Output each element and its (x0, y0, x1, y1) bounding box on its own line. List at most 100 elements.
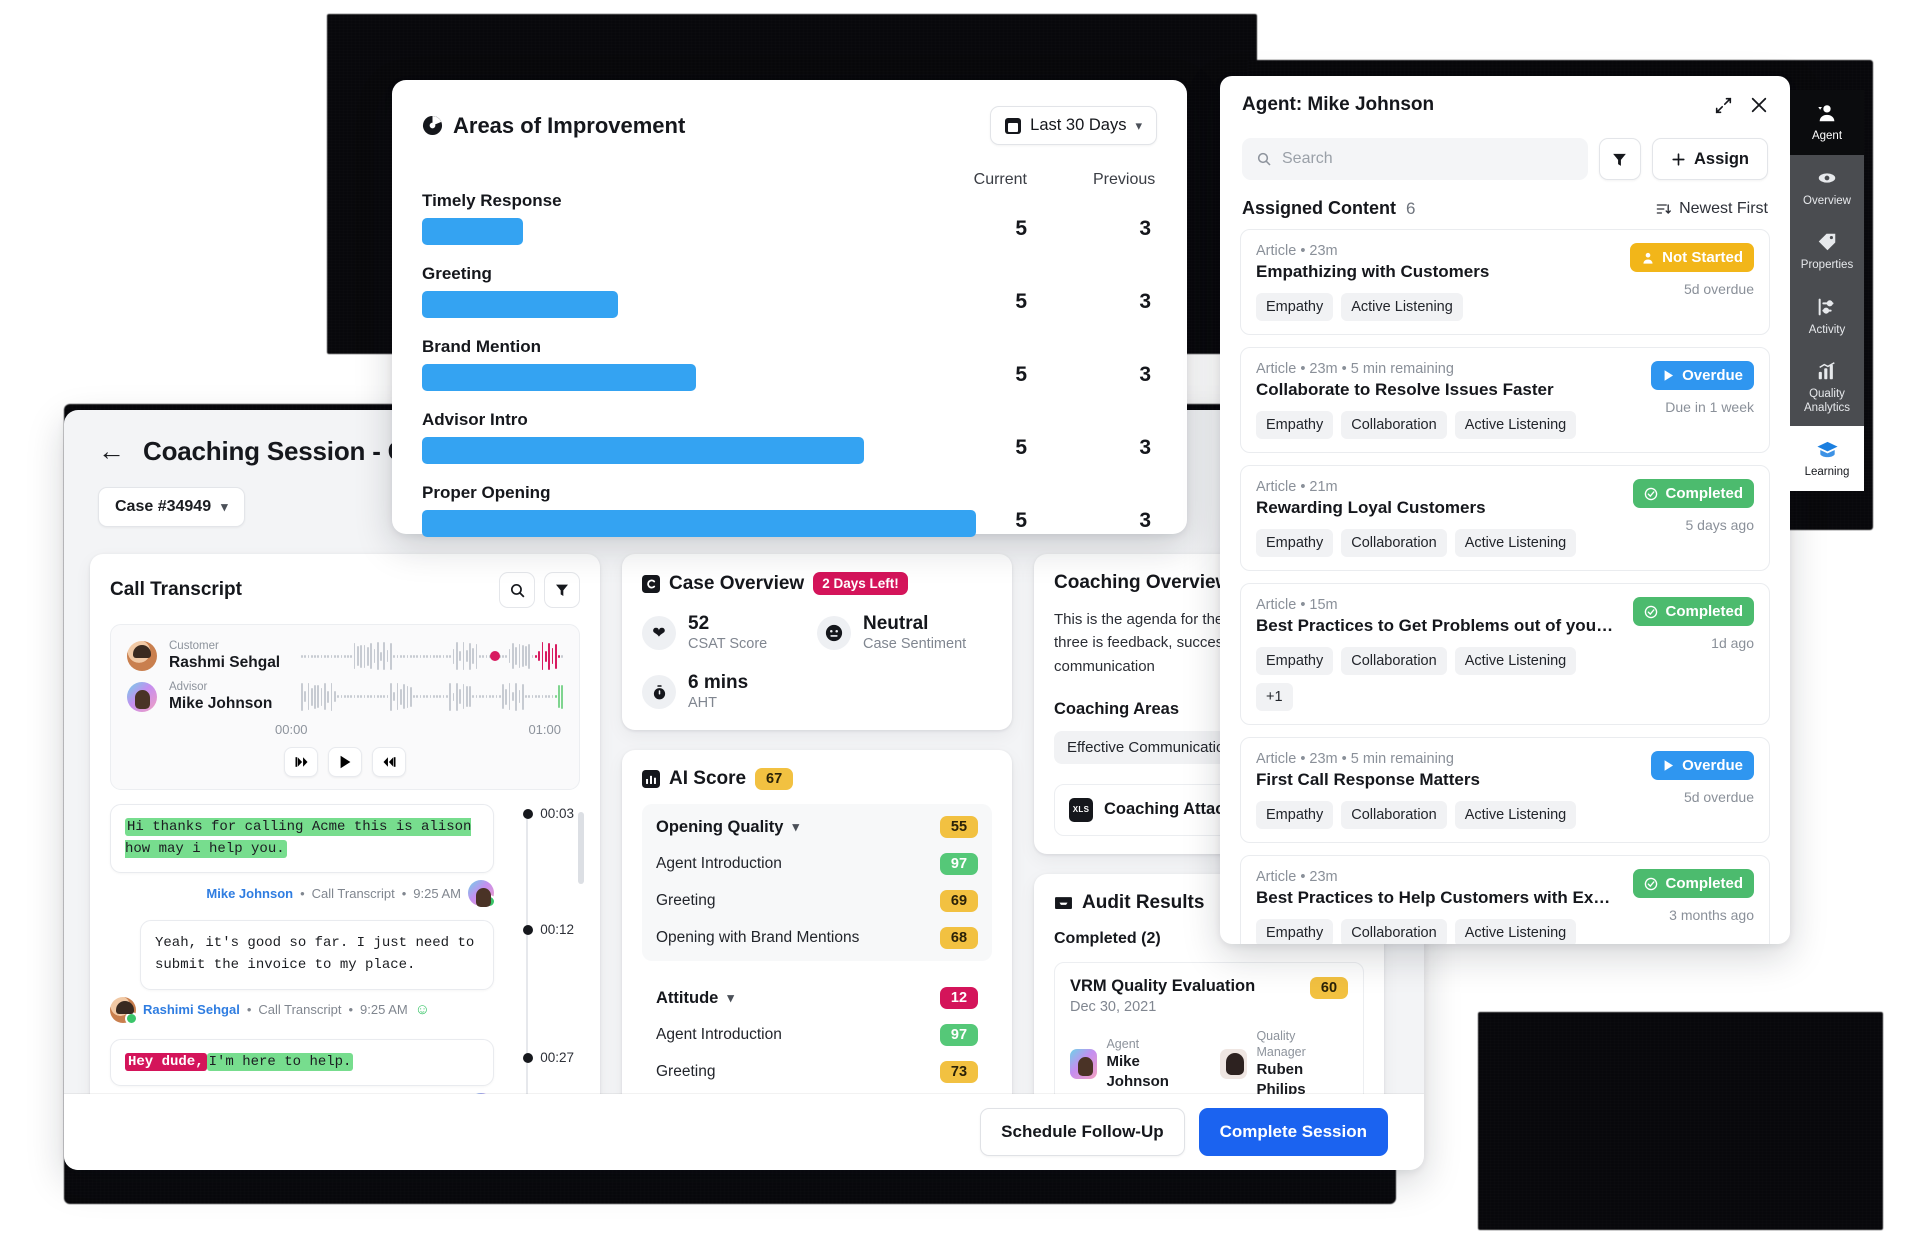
sort-control[interactable]: Newest First (1655, 200, 1768, 218)
case-overview-panel: Case Overview 2 Days Left! ❤ 52 CSAT Sco… (622, 554, 1012, 731)
back-arrow-icon[interactable]: ← (98, 438, 125, 465)
message-author[interactable]: Rashimi Sehgal (143, 1002, 240, 1017)
score-item-value: 97 (940, 853, 978, 876)
content-list-item[interactable]: Article • 15m Best Practices to Get Probl… (1240, 583, 1770, 725)
column-transcript: Call Transcript Customer Rashmi Sehgal A… (90, 554, 600, 1170)
filter-icon[interactable] (544, 572, 580, 608)
content-due: 5 days ago (1685, 517, 1755, 533)
check-circle-icon (1644, 487, 1658, 501)
score-group-value: 12 (940, 987, 978, 1010)
time-end: 01:00 (528, 722, 561, 738)
assigned-content-label: Assigned Content (1242, 198, 1397, 218)
close-icon[interactable] (1750, 96, 1768, 114)
audit-entry-date: Dec 30, 2021 (1070, 999, 1157, 1015)
forward-icon[interactable] (372, 747, 406, 778)
date-range-label: Last 30 Days (1030, 116, 1127, 134)
stat-label: Case Sentiment (863, 635, 967, 652)
content-tags: Empathy Collaboration Active Listening (1256, 411, 1614, 439)
status-badge[interactable]: Overdue (1651, 361, 1754, 390)
coaching-area-tag: Effective Communicatio (1054, 730, 1238, 764)
case-selector-label: Case #34949 (115, 498, 212, 515)
content-list-item[interactable]: Article • 23m Best Practices to Help Cust… (1240, 855, 1770, 944)
content-tag: Empathy (1256, 801, 1334, 829)
sidebar-item-agent[interactable]: Agent (1790, 90, 1864, 155)
status-badge[interactable]: Not Started (1630, 243, 1754, 272)
chart-row-label: Proper Opening (422, 483, 551, 502)
chevron-down-icon[interactable]: ▾ (792, 819, 799, 835)
schedule-follow-up-button[interactable]: Schedule Follow-Up (980, 1108, 1185, 1156)
speaker-row-advisor: Advisor Mike Johnson (127, 680, 563, 715)
avatar (1220, 1049, 1248, 1080)
status-badge[interactable]: Completed (1633, 597, 1754, 626)
speaker-name: Rashmi Sehgal (169, 654, 281, 672)
assigned-content-count: 6 (1406, 199, 1416, 218)
date-range-selector[interactable]: Last 30 Days ▾ (990, 106, 1157, 145)
chart-row-label: Brand Mention (422, 337, 541, 356)
agent-panel-title: Agent: Mike Johnson (1242, 94, 1435, 115)
search-icon[interactable] (499, 572, 535, 608)
playhead[interactable] (489, 651, 500, 662)
sidebar-mid-group: Overview Properties Activity Quality Ana… (1790, 154, 1864, 427)
person-icon (1641, 251, 1655, 265)
score-item: Greeting 69 (656, 890, 978, 913)
call-transcript-panel: Call Transcript Customer Rashmi Sehgal A… (90, 554, 600, 1166)
chart-row-label: Greeting (422, 264, 492, 283)
complete-session-button[interactable]: Complete Session (1198, 1108, 1388, 1156)
play-icon[interactable] (328, 747, 362, 778)
score-item: Greeting 73 (656, 1061, 978, 1084)
sidebar-item-quality-analytics[interactable]: Quality Analytics (1790, 348, 1864, 426)
search-field[interactable] (1242, 138, 1588, 180)
person-name: Mike Johnson (1106, 1053, 1169, 1090)
pie-chart-icon (422, 115, 443, 136)
status-badge[interactable]: Completed (1633, 479, 1754, 508)
areas-of-improvement-title: Areas of Improvement (453, 112, 686, 138)
transcript-scrollbar[interactable] (578, 812, 584, 885)
sidebar-item-learning[interactable]: Learning (1790, 426, 1864, 491)
assign-button[interactable]: Assign (1651, 138, 1768, 180)
stat-value: 6 mins (688, 671, 749, 693)
highlight-positive: I'm here to help. (206, 1052, 354, 1071)
content-list-item[interactable]: Article • 23m • 5 min remaining First Cal… (1240, 737, 1770, 843)
content-tag: Active Listening (1454, 801, 1577, 829)
expand-icon[interactable] (1715, 97, 1732, 114)
content-list-item[interactable]: Article • 21m Rewarding Loyal Customers Em… (1240, 465, 1770, 571)
sidebar-item-overview[interactable]: Overview (1790, 155, 1864, 220)
sidebar-item-activity[interactable]: Activity (1790, 284, 1864, 349)
content-tag: Empathy (1256, 919, 1334, 944)
rewind-icon[interactable] (284, 747, 318, 778)
person-role: Agent (1106, 1036, 1140, 1051)
content-list-item[interactable]: Article • 23m • 5 min remaining Collabora… (1240, 347, 1770, 453)
message-author[interactable]: Mike Johnson (206, 886, 293, 901)
case-selector[interactable]: Case #34949 ▾ (98, 487, 245, 527)
message-source: Call Transcript (258, 1002, 342, 1018)
message-time: 9:25 AM (413, 885, 461, 901)
status-badge[interactable]: Overdue (1651, 751, 1754, 780)
search-input[interactable] (1282, 150, 1574, 168)
waveform-advisor[interactable] (301, 680, 563, 714)
waveform-customer[interactable] (301, 639, 563, 673)
player-controls (127, 747, 563, 778)
stat-value: Neutral (863, 613, 929, 634)
stat-label: CSAT Score (688, 635, 768, 652)
content-list-item[interactable]: Article • 23m Empathizing with Customers E… (1240, 229, 1770, 335)
stat-label: AHT (688, 694, 717, 711)
stat-csat: ❤ 52 CSAT Score (642, 613, 817, 654)
message-bubble: Hey dude, I'm here to help. (110, 1038, 494, 1087)
content-tag: Active Listening (1454, 647, 1577, 675)
chart-value-previous: 3 (1139, 509, 1151, 532)
sidebar-item-properties[interactable]: Properties (1790, 219, 1864, 284)
chart-value-current: 5 (1015, 217, 1027, 240)
chart-value-current: 5 (1015, 363, 1027, 386)
reaction-smiley-icon[interactable]: ☺ (415, 1001, 430, 1018)
chevron-down-icon[interactable]: ▾ (727, 990, 734, 1006)
content-tag: Active Listening (1454, 529, 1577, 557)
status-badge[interactable]: Completed (1633, 869, 1754, 898)
chart-value-current: 5 (1015, 509, 1027, 532)
chart-row: Advisor Intro 5 3 (422, 410, 1157, 483)
content-due: 1d ago (1711, 635, 1754, 651)
chart-value-previous: 3 (1139, 290, 1151, 313)
audit-entry[interactable]: VRM Quality Evaluation Dec 30, 2021 60 A… (1054, 962, 1364, 1115)
analytics-icon (1815, 359, 1839, 383)
case-icon (642, 574, 660, 593)
filter-icon[interactable] (1598, 138, 1641, 180)
